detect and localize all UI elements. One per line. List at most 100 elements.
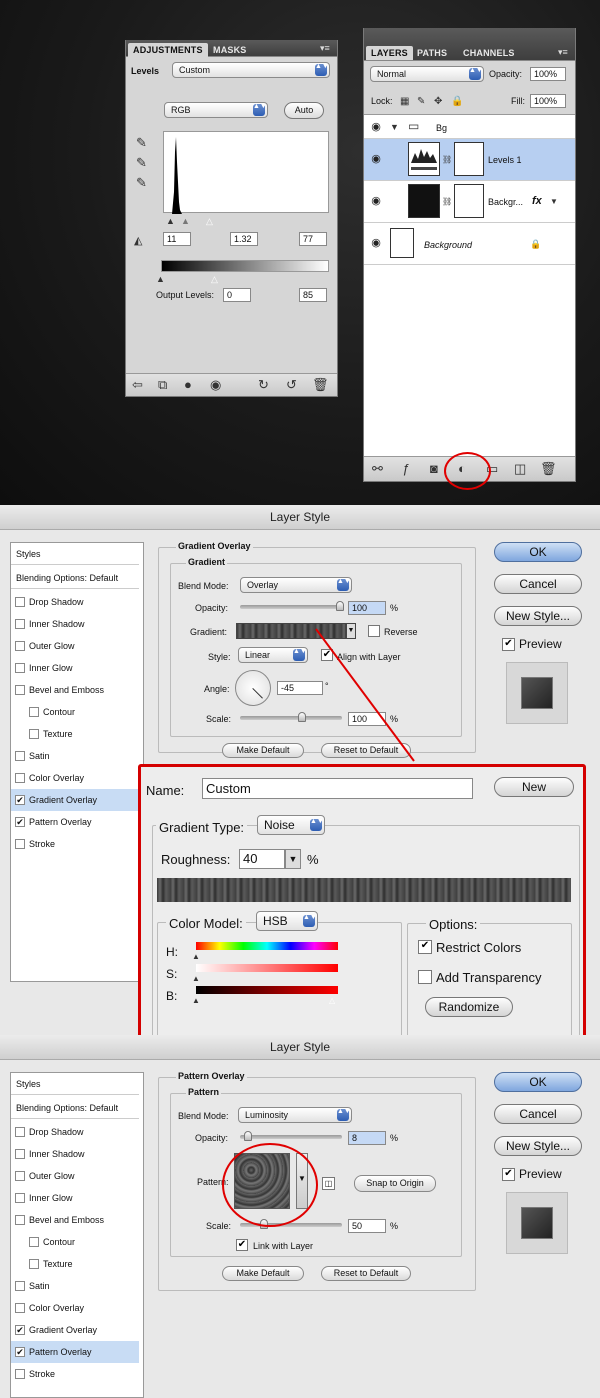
- tab-channels[interactable]: CHANNELS: [458, 46, 520, 60]
- view-previous-icon[interactable]: ↻: [258, 378, 269, 392]
- layer-row[interactable]: ◉ Background 🔒: [364, 223, 575, 265]
- style-item[interactable]: ✔ Gradient Overlay: [11, 1319, 139, 1341]
- layer-name[interactable]: Levels 1: [488, 155, 522, 165]
- auto-button[interactable]: Auto: [284, 102, 324, 119]
- styles-header[interactable]: Styles: [11, 1073, 139, 1095]
- input-gamma-field[interactable]: 1.32: [230, 232, 258, 246]
- black-eyedropper-icon[interactable]: ✎: [136, 136, 147, 150]
- preview-checkbox[interactable]: ✔: [502, 638, 515, 651]
- opacity-field[interactable]: 100%: [530, 67, 566, 81]
- style-checkbox[interactable]: [15, 1303, 25, 1313]
- fx-badge[interactable]: fx: [532, 195, 542, 207]
- preview-checkbox[interactable]: ✔: [502, 1168, 515, 1181]
- style-item[interactable]: Drop Shadow: [11, 591, 139, 613]
- style-item-selected[interactable]: ✔ Gradient Overlay: [11, 789, 139, 811]
- visibility-eye-icon[interactable]: ◉: [366, 191, 386, 211]
- opacity-slider[interactable]: [240, 1131, 342, 1141]
- new-layer-icon[interactable]: ◫: [514, 462, 526, 476]
- color-model-select[interactable]: HSB ▲▼: [256, 911, 318, 931]
- tab-paths[interactable]: PATHS: [412, 46, 452, 60]
- new-style-button[interactable]: New Style...: [494, 606, 582, 626]
- layer-mask-thumbnail[interactable]: [454, 142, 484, 176]
- style-checkbox[interactable]: [15, 685, 25, 695]
- style-item[interactable]: Stroke: [11, 1363, 139, 1385]
- style-checkbox[interactable]: [15, 619, 25, 629]
- link-with-layer-checkbox[interactable]: ✔: [236, 1239, 248, 1251]
- angle-dial[interactable]: [235, 670, 271, 706]
- layer-row[interactable]: ◉ ⛓ Backgr... fx ▼: [364, 181, 575, 223]
- channel-select[interactable]: RGB ▲▼: [164, 102, 268, 118]
- saturation-bar[interactable]: [196, 964, 338, 972]
- style-item[interactable]: Inner Glow: [11, 657, 139, 679]
- style-checkbox[interactable]: [15, 1193, 25, 1203]
- reset-default-button[interactable]: Reset to Default: [321, 1266, 411, 1281]
- layer-name[interactable]: Bg: [436, 123, 447, 133]
- layer-style-icon[interactable]: ƒ: [402, 462, 409, 476]
- blending-options[interactable]: Blending Options: Default: [11, 1097, 139, 1119]
- layer-name[interactable]: Backgr...: [488, 197, 523, 207]
- clipping-warning-icon[interactable]: ◭: [134, 234, 142, 248]
- style-item[interactable]: Inner Shadow: [11, 1143, 139, 1165]
- style-item[interactable]: Outer Glow: [11, 635, 139, 657]
- scale-field[interactable]: 50: [348, 1219, 386, 1233]
- style-checkbox[interactable]: [15, 641, 25, 651]
- slider-knob[interactable]: [336, 601, 344, 611]
- style-item-selected[interactable]: ✔ Pattern Overlay: [11, 1341, 139, 1363]
- style-item[interactable]: Contour: [11, 701, 139, 723]
- chain-link-icon[interactable]: ⛓: [442, 153, 452, 167]
- reset-icon[interactable]: ↺: [286, 378, 297, 392]
- style-checkbox[interactable]: [29, 1259, 39, 1269]
- effects-expand-icon[interactable]: ▼: [550, 195, 558, 209]
- output-black-field[interactable]: 0: [223, 288, 251, 302]
- checkmark-icon[interactable]: ✔: [15, 795, 25, 805]
- snap-to-origin-button[interactable]: Snap to Origin: [354, 1175, 436, 1192]
- new-style-button[interactable]: New Style...: [494, 1136, 582, 1156]
- new-preset-icon[interactable]: ◫: [322, 1177, 335, 1190]
- make-default-button[interactable]: Make Default: [222, 743, 304, 758]
- back-arrow-icon[interactable]: ⇦: [132, 378, 143, 392]
- cancel-button[interactable]: Cancel: [494, 1104, 582, 1124]
- style-item[interactable]: Inner Glow: [11, 1187, 139, 1209]
- style-item[interactable]: Contour: [11, 1231, 139, 1253]
- style-checkbox[interactable]: [15, 1149, 25, 1159]
- chain-link-icon[interactable]: ⛓: [442, 195, 452, 209]
- style-checkbox[interactable]: [29, 1237, 39, 1247]
- trash-icon[interactable]: 🗑: [540, 462, 557, 476]
- style-checkbox[interactable]: [15, 751, 25, 761]
- restrict-colors-checkbox[interactable]: ✔: [418, 940, 432, 954]
- visibility-eye-icon[interactable]: ◉: [210, 378, 221, 392]
- layer-row[interactable]: ◉ ▼ ▭ Bg: [364, 115, 575, 139]
- brightness-bar[interactable]: [196, 986, 338, 994]
- style-checkbox[interactable]: [15, 839, 25, 849]
- input-white-field[interactable]: 77: [299, 232, 327, 246]
- preset-select[interactable]: Custom ▲▼: [172, 62, 330, 78]
- slider-knob[interactable]: [244, 1131, 252, 1141]
- add-transparency-checkbox[interactable]: [418, 970, 432, 984]
- style-checkbox[interactable]: [15, 1215, 25, 1225]
- style-item[interactable]: Bevel and Emboss: [11, 1209, 139, 1231]
- visibility-eye-icon[interactable]: ◉: [366, 149, 386, 169]
- checkmark-icon[interactable]: ✔: [15, 1347, 25, 1357]
- midtone-slider-icon[interactable]: ▲: [181, 214, 190, 228]
- style-item[interactable]: Drop Shadow: [11, 1121, 139, 1143]
- gradient-name-field[interactable]: Custom: [202, 778, 473, 799]
- style-checkbox[interactable]: [15, 1171, 25, 1181]
- hue-slider-icon[interactable]: ▲: [192, 950, 200, 964]
- cancel-button[interactable]: Cancel: [494, 574, 582, 594]
- layer-name[interactable]: Background: [424, 240, 472, 250]
- input-black-field[interactable]: 11: [163, 232, 191, 246]
- style-checkbox[interactable]: [15, 597, 25, 607]
- gradient-type-select[interactable]: Noise ▲▼: [257, 815, 325, 835]
- visibility-eye-icon[interactable]: ◉: [366, 233, 386, 253]
- lock-all-icon[interactable]: 🔒: [451, 95, 463, 109]
- tab-masks[interactable]: MASKS: [208, 43, 252, 57]
- style-item[interactable]: Satin: [11, 1275, 139, 1297]
- style-item[interactable]: Stroke: [11, 833, 139, 855]
- add-mask-icon[interactable]: ◙: [430, 462, 438, 476]
- blend-mode-select[interactable]: Luminosity ▲▼: [238, 1107, 352, 1123]
- group-expand-icon[interactable]: ▼: [390, 120, 399, 134]
- black-point-slider-icon[interactable]: ▲: [166, 214, 175, 228]
- trash-icon[interactable]: 🗑: [312, 378, 329, 392]
- panel-menu-icon[interactable]: ▾≡: [320, 43, 330, 54]
- roughness-field[interactable]: 40: [239, 849, 285, 869]
